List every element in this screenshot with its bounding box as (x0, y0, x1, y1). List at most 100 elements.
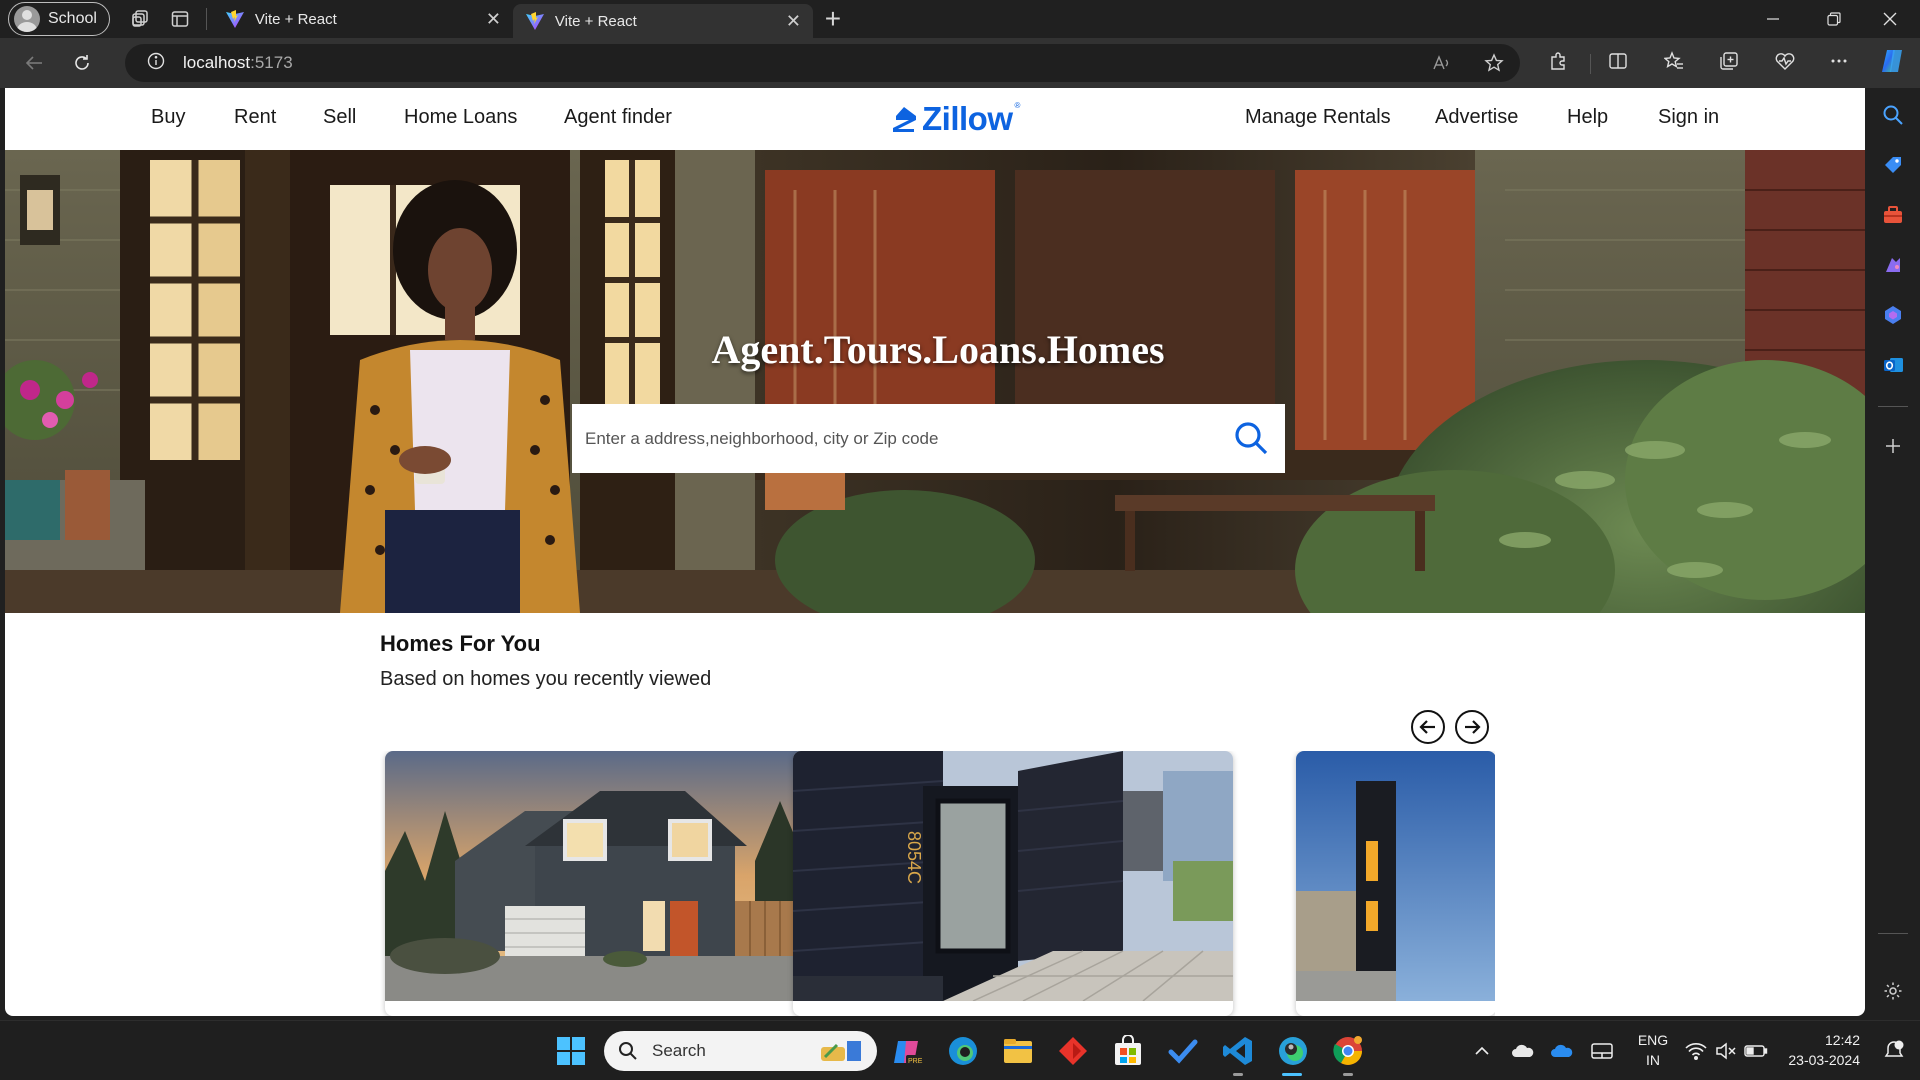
tab-vite-react-1[interactable]: Vite + React ✕ (213, 0, 513, 38)
tab-title: Vite + React (554, 12, 637, 30)
tab-vite-react-2[interactable]: Vite + React ✕ (512, 4, 813, 38)
vite-logo-icon (225, 10, 244, 28)
tab-divider (205, 8, 207, 30)
sidebar-outlook-icon[interactable] (1880, 352, 1906, 378)
nav-manage-rentals[interactable]: Manage Rentals (1245, 106, 1391, 129)
onedrive-personal-icon[interactable] (1505, 1033, 1541, 1069)
nav-rent[interactable]: Rent (234, 106, 276, 129)
sidebar-games-icon[interactable] (1880, 252, 1906, 278)
refresh-icon[interactable] (58, 43, 106, 83)
page-viewport: Buy Rent Sell Home Loans Agent finder Zi… (5, 88, 1865, 1016)
windows-start-icon[interactable] (553, 1033, 589, 1069)
read-aloud-icon[interactable] (1430, 51, 1454, 75)
home-card[interactable]: 8054C (793, 751, 1233, 1016)
collections-icon[interactable] (1712, 44, 1746, 78)
back-icon[interactable] (10, 43, 58, 83)
home-photo-2: 8054C (793, 751, 1233, 1001)
chrome-running-indicator (1343, 1073, 1353, 1076)
system-clock[interactable]: 12:42 23-03-2024 (1780, 1030, 1860, 1070)
home-photo-3 (1296, 751, 1495, 1001)
house-number-text: 8054C (904, 831, 924, 884)
chrome-icon[interactable] (1330, 1033, 1366, 1069)
close-window-icon[interactable] (1862, 0, 1918, 38)
nav-sell[interactable]: Sell (323, 106, 356, 129)
address-bar[interactable]: localhost:5173 (125, 44, 1520, 82)
hero-porch-image (5, 150, 1865, 613)
input-language-indicator[interactable]: ENG IN (1634, 1030, 1672, 1070)
edge-taskbar-icon[interactable] (945, 1033, 981, 1069)
windows-taskbar: Search PRE ENG IN 12:42 23-03-2024 (0, 1020, 1920, 1080)
new-tab-button[interactable]: + (813, 0, 853, 38)
home-card[interactable] (1296, 751, 1495, 1016)
logo-text: Zillow (922, 100, 1013, 137)
nav-home-loans[interactable]: Home Loans (404, 106, 517, 129)
nav-agent-finder[interactable]: Agent finder (564, 106, 672, 129)
profile-button[interactable]: School (8, 2, 110, 36)
app-red-diamond-icon[interactable] (1055, 1033, 1091, 1069)
home-card[interactable] (385, 751, 825, 1016)
homes-carousel: 8054C (380, 751, 1495, 1016)
extensions-icon[interactable] (1541, 44, 1575, 78)
file-explorer-icon[interactable] (1000, 1033, 1036, 1069)
search-button[interactable] (1233, 420, 1269, 456)
tablet-mode-icon[interactable] (1584, 1033, 1620, 1069)
edge-sidebar (1866, 88, 1920, 1018)
search-icon (619, 1042, 637, 1060)
vite-logo-icon (525, 12, 544, 30)
favorite-star-icon[interactable] (1482, 51, 1506, 75)
split-screen-icon[interactable] (1601, 44, 1635, 78)
settings-more-icon[interactable] (1822, 44, 1856, 78)
battery-icon[interactable] (1738, 1033, 1774, 1069)
profile-label: School (48, 10, 97, 27)
sidebar-add-icon[interactable] (1880, 433, 1906, 459)
edge-profile-taskbar-icon[interactable] (1275, 1033, 1311, 1069)
site-header: Buy Rent Sell Home Loans Agent finder Zi… (5, 88, 1865, 150)
todo-icon[interactable] (1165, 1033, 1201, 1069)
vscode-icon[interactable] (1220, 1033, 1256, 1069)
tab-title: Vite + React (254, 10, 337, 28)
onedrive-business-icon[interactable] (1544, 1033, 1580, 1069)
taskbar-search-label: Search (652, 1041, 706, 1060)
nav-buy[interactable]: Buy (151, 106, 185, 129)
taskbar-search[interactable]: Search (604, 1031, 877, 1071)
site-info-icon[interactable] (147, 52, 165, 75)
carousel-prev-button[interactable] (1411, 710, 1445, 744)
address-search-input[interactable] (585, 408, 1205, 469)
carousel-next-button[interactable] (1455, 710, 1489, 744)
tab-close-icon[interactable]: ✕ (786, 11, 801, 32)
show-hidden-icons-chevron-icon[interactable] (1464, 1033, 1500, 1069)
address-search-box (572, 404, 1285, 473)
svg-text:PRE: PRE (908, 1058, 923, 1065)
arrow-right-icon (1465, 720, 1481, 734)
browser-tab-strip: School Vite + React ✕ Vite + React ✕ + (0, 0, 1920, 38)
zillow-logo[interactable]: Zillow ® (890, 100, 1022, 138)
copilot-pre-icon[interactable]: PRE (890, 1033, 926, 1069)
workspaces-icon[interactable] (120, 0, 160, 38)
browser-essentials-icon[interactable] (1768, 44, 1802, 78)
sidebar-settings-icon[interactable] (1880, 978, 1906, 1004)
sidebar-search-icon[interactable] (1880, 102, 1906, 128)
sidebar-microsoft365-icon[interactable] (1880, 302, 1906, 328)
favorites-icon[interactable] (1657, 44, 1691, 78)
tab-close-icon[interactable]: ✕ (486, 9, 501, 30)
sidebar-shopping-icon[interactable] (1880, 152, 1906, 178)
notification-icon[interactable] (1874, 1033, 1914, 1069)
minimize-icon[interactable] (1745, 0, 1801, 38)
nav-help[interactable]: Help (1567, 106, 1608, 129)
copilot-icon[interactable] (1875, 44, 1909, 78)
zillow-mark-icon (893, 107, 916, 132)
browser-toolbar: localhost:5173 (0, 38, 1920, 88)
profile-avatar-icon (14, 6, 40, 32)
sidebar-tools-icon[interactable] (1880, 202, 1906, 228)
hero-banner: Agent.Tours.Loans.Homes (5, 150, 1865, 613)
search-icon (1235, 422, 1268, 455)
clock-date: 23-03-2024 (1788, 1052, 1860, 1068)
nav-sign-in[interactable]: Sign in (1658, 106, 1719, 129)
logo-registered-mark: ® (1014, 100, 1021, 110)
restore-icon[interactable] (1806, 0, 1862, 38)
tab-actions-icon[interactable] (160, 0, 200, 38)
clock-time: 12:42 (1824, 1032, 1860, 1048)
nav-advertise[interactable]: Advertise (1435, 106, 1518, 129)
arrow-left-icon (1419, 720, 1435, 734)
microsoft-store-icon[interactable] (1110, 1033, 1146, 1069)
